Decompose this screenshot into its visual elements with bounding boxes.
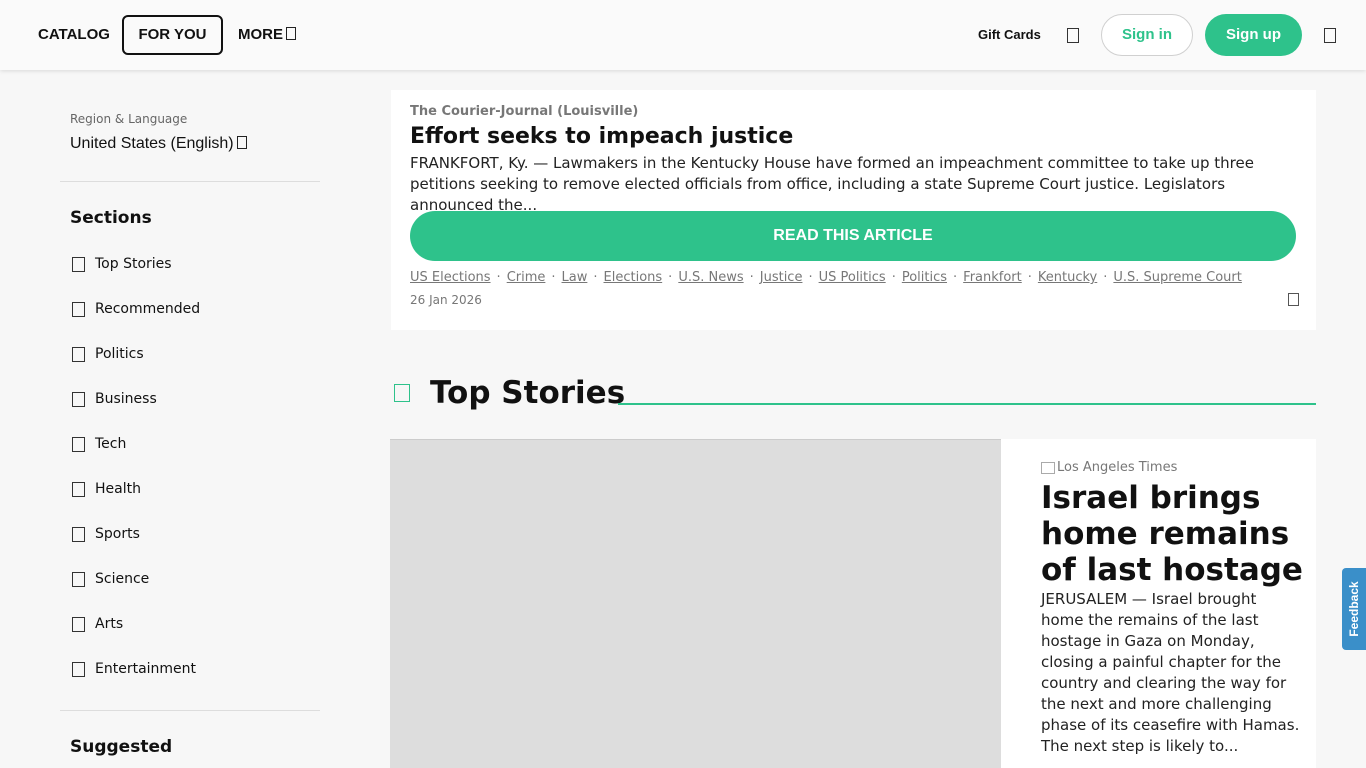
tag-separator: ·: [891, 270, 896, 285]
tag-link[interactable]: U.S. News: [678, 270, 743, 285]
section-item-arts[interactable]: Arts: [72, 614, 123, 634]
section-label: Science: [95, 571, 150, 587]
section-item-entertainment[interactable]: Entertainment: [72, 659, 196, 679]
read-article-button[interactable]: READ THIS ARTICLE: [410, 211, 1296, 261]
region-label: Region & Language: [70, 112, 188, 126]
section-item-health[interactable]: Health: [72, 479, 141, 499]
section-label: Business: [95, 391, 157, 407]
top-stories-icon: [394, 384, 410, 402]
heading-rule: [618, 403, 1316, 405]
tag-separator: ·: [1027, 270, 1032, 285]
tag-link[interactable]: Justice: [760, 270, 803, 285]
tag-separator: ·: [551, 270, 556, 285]
checkbox-icon: [72, 661, 85, 677]
tag-link[interactable]: Law: [562, 270, 588, 285]
region-value: United States (English): [70, 135, 234, 152]
checkbox-icon: [72, 436, 85, 452]
tag-link[interactable]: Elections: [604, 270, 663, 285]
article-date: 26 Jan 2026: [410, 293, 482, 307]
checkbox-icon: [72, 481, 85, 497]
sidebar: Region & Language United States (English…: [60, 70, 320, 768]
gift-cards-link[interactable]: Gift Cards: [978, 0, 1041, 70]
story-source-logo: Los Angeles Times: [1041, 460, 1177, 475]
checkbox-icon: [72, 616, 85, 632]
tag-separator: ·: [808, 270, 813, 285]
story-panel: Los Angeles Times Israel brings home rem…: [1001, 439, 1316, 768]
section-item-politics[interactable]: Politics: [72, 344, 144, 364]
divider: [60, 181, 320, 182]
section-item-sports[interactable]: Sports: [72, 524, 140, 544]
checkbox-icon: [72, 256, 85, 272]
chevron-down-icon: [286, 27, 296, 40]
nav-catalog[interactable]: CATALOG: [38, 0, 110, 70]
tag-separator: ·: [496, 270, 501, 285]
sections-title: Sections: [70, 208, 152, 228]
checkbox-icon: [72, 301, 85, 317]
nav-for-you[interactable]: FOR YOU: [122, 15, 223, 55]
checkbox-icon: [72, 571, 85, 587]
top-header: CATALOG FOR YOU MORE Gift Cards Sign in …: [0, 0, 1366, 70]
article-title[interactable]: Effort seeks to impeach justice: [410, 124, 793, 149]
feedback-label: Feedback: [1347, 581, 1361, 637]
section-item-science[interactable]: Science: [72, 569, 149, 589]
article-excerpt: FRANKFORT, Ky. — Lawmakers in the Kentuc…: [410, 154, 1254, 214]
article-source[interactable]: The Courier-Journal (Louisville): [410, 104, 638, 119]
tag-link[interactable]: U.S. Supreme Court: [1113, 270, 1241, 285]
tag-separator: ·: [593, 270, 598, 285]
top-stories-heading: Top Stories: [430, 375, 626, 411]
tag-separator: ·: [1103, 270, 1108, 285]
checkbox-icon: [72, 391, 85, 407]
nav-more[interactable]: MORE: [238, 0, 296, 70]
tag-separator: ·: [668, 270, 673, 285]
menu-icon[interactable]: [1324, 28, 1336, 43]
section-item-recommended[interactable]: Recommended: [72, 299, 200, 319]
region-selector[interactable]: United States (English): [70, 135, 247, 153]
tag-link[interactable]: Crime: [507, 270, 546, 285]
checkbox-icon: [72, 526, 85, 542]
section-item-business[interactable]: Business: [72, 389, 157, 409]
tag-link[interactable]: US Politics: [819, 270, 886, 285]
article-tags: US Elections · Crime · Law · Elections · U.S. Ne…: [410, 270, 1242, 285]
checkbox-icon: [72, 346, 85, 362]
nav-more-label: MORE: [238, 26, 283, 43]
divider: [60, 710, 320, 711]
tag-link[interactable]: Kentucky: [1038, 270, 1097, 285]
section-label: Arts: [95, 616, 124, 632]
suggested-title: Suggested: [70, 737, 173, 757]
tag-link[interactable]: Frankfort: [963, 270, 1022, 285]
story-image[interactable]: [390, 439, 1001, 768]
section-label: Tech: [95, 436, 127, 452]
search-icon[interactable]: [1067, 28, 1079, 43]
article-card: The Courier-Journal (Louisville) Effort …: [391, 90, 1316, 330]
feedback-tab[interactable]: Feedback: [1342, 568, 1366, 650]
section-item-top-stories[interactable]: Top Stories: [72, 254, 172, 274]
sign-in-button[interactable]: Sign in: [1101, 14, 1193, 56]
tag-link[interactable]: Politics: [902, 270, 947, 285]
chevron-down-icon: [236, 136, 247, 149]
broken-image-icon: [1041, 461, 1055, 474]
tag-separator: ·: [953, 270, 958, 285]
section-label: Entertainment: [95, 661, 197, 677]
section-label: Top Stories: [95, 256, 172, 272]
tag-link[interactable]: US Elections: [410, 270, 491, 285]
sign-up-button[interactable]: Sign up: [1205, 14, 1302, 56]
section-item-tech[interactable]: Tech: [72, 434, 126, 454]
section-label: Sports: [95, 526, 140, 542]
section-label: Recommended: [95, 301, 201, 317]
section-label: Health: [95, 481, 141, 497]
tag-separator: ·: [749, 270, 754, 285]
story-source: Los Angeles Times: [1057, 460, 1178, 475]
bookmark-icon[interactable]: [1288, 293, 1299, 306]
story-title[interactable]: Israel brings home remains of last hosta…: [1041, 480, 1311, 588]
section-label: Politics: [95, 346, 144, 362]
story-excerpt: JERUSALEM — Israel brought home the rema…: [1041, 590, 1300, 755]
